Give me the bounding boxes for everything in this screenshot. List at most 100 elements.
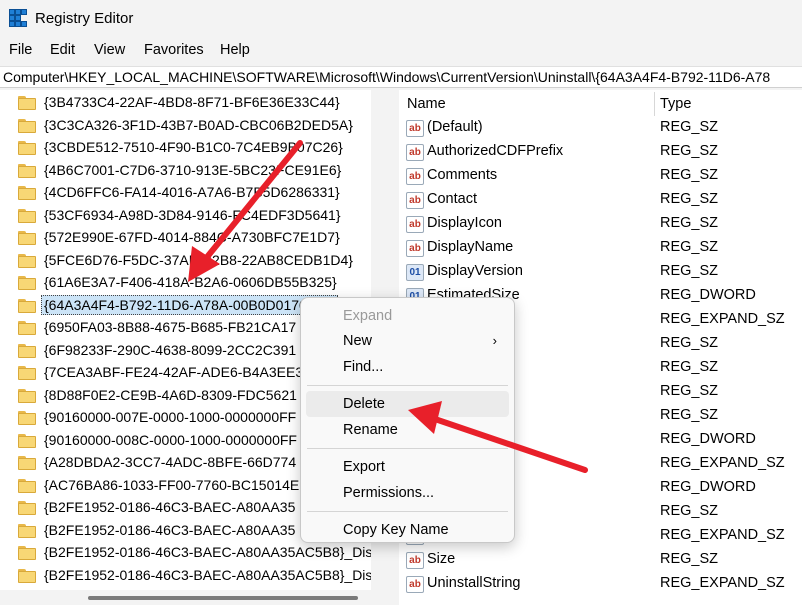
folder-icon <box>18 523 36 538</box>
value-type: REG_EXPAND_SZ <box>660 527 785 543</box>
tree-item[interactable]: {4CD6FFC6-FA14-4016-A7A6-B7B5D6286331} <box>18 182 388 204</box>
menu-favorites[interactable]: Favorites <box>144 42 204 58</box>
value-name: DisplayIcon <box>427 215 502 231</box>
window-title: Registry Editor <box>35 10 134 27</box>
value-type: REG_SZ <box>660 551 719 567</box>
value-type: REG_SZ <box>660 167 719 183</box>
chevron-right-icon: › <box>492 333 497 348</box>
menu-edit[interactable]: Edit <box>50 42 75 58</box>
menu-file[interactable]: File <box>9 42 32 58</box>
column-divider[interactable] <box>654 92 655 116</box>
tree-item-label: {572E990E-67FD-4014-884C-A730BFC7E1D7} <box>44 229 340 245</box>
string-value-icon: ab <box>406 192 424 209</box>
tree-item[interactable]: {3C3CA326-3F1D-43B7-B0AD-CBC06B2DED5A} <box>18 115 388 137</box>
folder-icon <box>18 276 36 290</box>
string-value-icon: ab <box>406 552 424 569</box>
value-type: REG_SZ <box>660 239 719 255</box>
tree-item[interactable]: {4B6C7001-C7D6-3710-913E-5BC23FCE91E6} <box>18 160 388 182</box>
menu-separator <box>307 385 508 386</box>
scrollbar-thumb[interactable] <box>88 596 358 600</box>
tree-item-label: {B2FE1952-0186-46C3-BAEC-A80AA35AC5B8}_D… <box>44 566 373 583</box>
menu-find[interactable]: Find... <box>306 354 509 380</box>
value-type: REG_SZ <box>660 503 719 519</box>
folder-icon <box>18 366 36 380</box>
value-type: REG_EXPAND_SZ <box>660 311 785 327</box>
tree-item-label: {64A3A4F4-B792-11D6-A78A-00B0D0170510} <box>41 294 338 315</box>
menu-export[interactable]: Export <box>306 454 509 480</box>
value-row[interactable]: ab DisplayIcon REG_SZ <box>399 213 802 237</box>
tree-item[interactable]: {61A6E3A7-F406-418A-B2A6-0606DB55B325} <box>18 272 388 294</box>
value-row[interactable]: ab AuthorizedCDFPrefix REG_SZ <box>399 141 802 165</box>
value-row[interactable]: ab Size REG_SZ <box>399 549 802 573</box>
menu-new[interactable]: New › <box>306 328 509 354</box>
tree-item[interactable]: {5FCE6D76-F5DC-37AB-B2B8-22AB8CEDB1D4} <box>18 250 388 272</box>
folder-icon <box>18 253 36 268</box>
value-type: REG_SZ <box>660 407 719 423</box>
value-name: UninstallString <box>427 575 521 591</box>
tree-item-label: {B2FE1952-0186-46C3-BAEC-A80AA35 <box>44 521 296 538</box>
tree-item-label: {90160000-007E-0000-1000-0000000FF <box>44 409 297 425</box>
binary-value-icon: 01 <box>406 264 424 281</box>
folder-icon <box>18 568 36 583</box>
value-type: REG_EXPAND_SZ <box>660 455 785 471</box>
value-type: REG_EXPAND_SZ <box>660 575 785 591</box>
tree-item-label: {90160000-008C-0000-1000-0000000FF <box>44 431 297 448</box>
value-name: Size <box>427 551 456 567</box>
tree-item-label: {B2FE1952-0186-46C3-BAEC-A80AA35AC5B8}_D… <box>44 544 373 560</box>
folder-icon <box>18 141 36 155</box>
folder-icon <box>18 343 36 358</box>
value-type: REG_SZ <box>660 119 719 135</box>
value-type: REG_SZ <box>660 191 719 207</box>
tree-item-label: {AC76BA86-1033-FF00-7760-BC15014E <box>44 476 300 493</box>
value-type: REG_SZ <box>660 215 719 231</box>
value-type: REG_DWORD <box>660 431 756 447</box>
value-row[interactable]: ab (Default) REG_SZ <box>399 117 802 141</box>
value-row[interactable]: ab DisplayName REG_SZ <box>399 237 802 261</box>
menu-copy-key-name[interactable]: Copy Key Name <box>306 517 509 543</box>
menu-delete[interactable]: Delete <box>306 391 509 417</box>
menu-help[interactable]: Help <box>220 42 250 58</box>
folder-icon <box>18 186 36 200</box>
value-row[interactable]: ab UninstallString REG_EXPAND_SZ <box>399 573 802 597</box>
value-type: REG_SZ <box>660 143 719 159</box>
tree-item-label: {4CD6FFC6-FA14-4016-A7A6-B7B5D6286331} <box>44 184 340 200</box>
tree-item[interactable]: {3B4733C4-22AF-4BD8-8F71-BF6E36E33C44} <box>18 92 388 114</box>
column-header-name[interactable]: Name <box>407 90 446 118</box>
tree-item-label: {8D88F0E2-CE9B-4A6D-8309-FDC5621 <box>44 386 297 403</box>
value-name: Contact <box>427 191 477 207</box>
value-type: REG_SZ <box>660 263 719 279</box>
tree-item-label: {B2FE1952-0186-46C3-BAEC-A80AA35 <box>44 499 296 515</box>
value-name: AuthorizedCDFPrefix <box>427 143 564 159</box>
tree-item-label: {A28DBDA2-3CC7-4ADC-8BFE-66D774 <box>44 454 297 470</box>
menu-rename[interactable]: Rename <box>306 417 509 443</box>
string-value-icon: ab <box>406 216 424 233</box>
menu-bar: File Edit View Favorites Help <box>0 40 802 62</box>
menu-view[interactable]: View <box>94 42 125 58</box>
menu-separator <box>307 511 508 512</box>
context-menu: Expand New › Find... Delete Rename Expor… <box>300 297 515 543</box>
menu-new-label: New <box>343 333 373 349</box>
menu-expand[interactable]: Expand <box>306 303 509 329</box>
tree-horizontal-scrollbar[interactable] <box>0 590 393 605</box>
tree-item[interactable]: {572E990E-67FD-4014-884C-A730BFC7E1D7} <box>18 227 388 249</box>
tree-item[interactable]: {B2FE1952-0186-46C3-BAEC-A80AA35AC5B8}_D… <box>18 565 388 587</box>
value-name: DisplayName <box>427 239 514 255</box>
value-row[interactable]: ab Comments REG_SZ <box>399 165 802 189</box>
tree-item-label: {5FCE6D76-F5DC-37AB-B2B8-22AB8CEDB1D4} <box>44 251 353 268</box>
tree-item[interactable]: {B2FE1952-0186-46C3-BAEC-A80AA35AC5B8}_D… <box>18 542 388 564</box>
column-header-type[interactable]: Type <box>660 90 691 118</box>
tree-item[interactable]: {3CBDE512-7510-4F90-B1C0-7C4EB9B07C26} <box>18 137 388 159</box>
address-bar[interactable]: Computer\HKEY_LOCAL_MACHINE\SOFTWARE\Mic… <box>0 66 802 88</box>
string-value-icon: ab <box>406 240 424 257</box>
value-name: Comments <box>427 167 498 183</box>
folder-icon <box>18 298 36 313</box>
menu-permissions[interactable]: Permissions... <box>306 480 509 506</box>
folder-icon <box>18 96 36 110</box>
value-row[interactable]: ab Contact REG_SZ <box>399 189 802 213</box>
menu-separator <box>307 448 508 449</box>
registry-editor-icon <box>9 9 27 27</box>
tree-item[interactable]: {53CF6934-A98D-3D84-9146-FC4EDF3D5641} <box>18 205 388 227</box>
string-value-icon: ab <box>406 144 424 161</box>
folder-icon <box>18 433 36 448</box>
value-row[interactable]: 01 DisplayVersion REG_SZ <box>399 261 802 285</box>
